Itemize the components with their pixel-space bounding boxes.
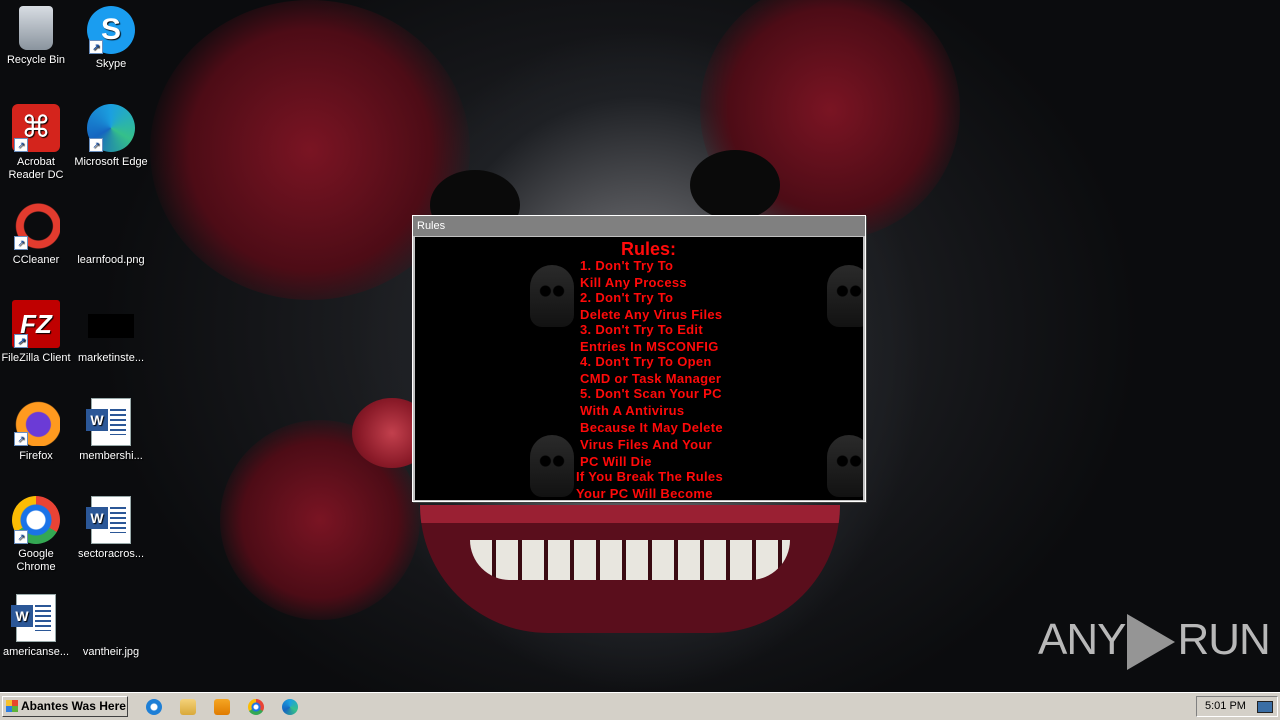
play-icon [1127,614,1176,671]
shortcut-arrow-icon: ↗ [89,138,103,152]
shortcut-arrow-icon: ↗ [89,40,103,54]
rule-line: If You Break The Rules [576,469,723,484]
shortcut-arrow-icon: ↗ [14,432,28,446]
image-file-icon [87,202,135,250]
watermark-left: ANY [1038,615,1126,664]
desktop-icon-sectoracros[interactable]: W sectoracros... [73,496,149,561]
edge-icon: ↗ [87,104,135,152]
desktop-icon-edge[interactable]: ↗ Microsoft Edge [73,104,149,169]
skull-icon [530,265,574,327]
taskbar: Abantes Was Here 5:01 PM [0,692,1280,720]
desktop-icon-label: Firefox [19,450,53,462]
rule-line: Delete Any Virus Files [580,307,723,322]
desktop-icon-label: CCleaner [12,254,60,266]
rule-line: With A Antivirus [580,403,685,418]
chrome-icon: ↗ [12,496,60,544]
windows-logo-icon [6,700,18,712]
filezilla-icon: FZ ↗ [12,300,60,348]
desktop-icon-label: Google Chrome [16,548,56,573]
rule-line: Your PC Will Become [576,486,713,500]
desktop-icon-ccleaner[interactable]: ↗ CCleaner [0,202,74,267]
rules-window-content: Rules: 1. Don't Try To Kill Any Process … [415,237,863,500]
word-document-icon: W [86,496,131,544]
desktop-icon-firefox[interactable]: ↗ Firefox [0,398,74,463]
start-button[interactable]: Abantes Was Here [2,696,128,717]
desktop-icon-label: Recycle Bin [6,54,66,66]
firefox-icon: ↗ [12,398,60,446]
acrobat-icon: ⌘ ↗ [12,104,60,152]
watermark-right: RUN [1177,615,1270,664]
desktop-icon-label: Skype [95,58,127,70]
rule-line: 2. Don't Try To [580,290,674,305]
desktop-icon-filezilla[interactable]: FZ ↗ FileZilla Client [0,300,74,365]
shortcut-arrow-icon: ↗ [14,530,28,544]
desktop-icon-learnfood[interactable]: learnfood.png [73,202,149,267]
desktop-icon-label: FileZilla Client [1,352,71,364]
rule-line: Virus Files And Your [580,437,712,452]
desktop-icon-label: Microsoft Edge [74,156,148,168]
file-explorer-icon[interactable] [180,699,196,715]
desktop-background: Recycle Bin S ↗ Skype ⌘ ↗ Acrobat Reader D… [0,0,1280,692]
rule-line: Kill Any Process [580,275,687,290]
rule-line: 3. Don't Try To Edit [580,322,703,337]
rules-heading: Rules: [621,239,677,259]
desktop-icon-label: americanse... [2,646,70,658]
desktop-icon-label: membershi... [79,450,143,462]
desktop-icon-chrome[interactable]: ↗ Google Chrome [0,496,74,574]
shortcut-arrow-icon: ↗ [14,236,28,250]
ccleaner-icon: ↗ [12,202,60,250]
rules-window-title[interactable]: Rules [413,216,865,236]
show-desktop-icon[interactable] [1257,701,1273,713]
rule-line: 5. Don't Scan Your PC [580,386,722,401]
image-file-icon [87,594,135,642]
skype-icon: S ↗ [87,6,135,54]
anyrun-watermark: ANY RUN [1038,612,1271,671]
rule-line: 4. Don't Try To Open [580,354,712,369]
desktop-icon-label: learnfood.png [77,254,145,266]
word-document-icon: W [86,398,131,446]
skull-icon [530,435,574,497]
rule-line: 1. Don't Try To [580,258,674,273]
edge-icon[interactable] [282,699,298,715]
rules-window[interactable]: Rules Rules: 1. Don't Try To Kill Any Pr… [412,215,866,502]
file-icon [88,314,134,338]
chrome-icon[interactable] [248,699,264,715]
clock[interactable]: 5:01 PM [1205,697,1246,716]
shortcut-arrow-icon: ↗ [14,334,28,348]
desktop-icon-label: marketinste... [77,352,145,364]
word-document-icon: W [11,594,56,642]
desktop-icon-membership[interactable]: W membershi... [73,398,149,463]
desktop-icon-recycle-bin[interactable]: Recycle Bin [0,6,74,67]
shortcut-arrow-icon: ↗ [14,138,28,152]
recycle-bin-icon [19,6,53,50]
system-tray: 5:01 PM [1196,696,1278,717]
skull-icon [827,435,863,497]
rule-line: Because It May Delete [580,420,723,435]
desktop-icon-acrobat[interactable]: ⌘ ↗ Acrobat Reader DC [0,104,74,182]
rule-line: Entries In MSCONFIG [580,339,719,354]
media-player-icon[interactable] [214,699,230,715]
skull-icon [827,265,863,327]
desktop-icon-americanse[interactable]: W americanse... [0,594,74,659]
rule-line: CMD or Task Manager [580,371,722,386]
rule-line: PC Will Die [580,454,652,469]
desktop-icon-skype[interactable]: S ↗ Skype [73,6,149,71]
desktop-icon-vantheir[interactable]: vantheir.jpg [73,594,149,659]
desktop-icon-label: vantheir.jpg [82,646,140,658]
desktop-icon-label: Acrobat Reader DC [8,156,64,181]
desktop-icon-marketinste[interactable]: marketinste... [73,300,149,365]
start-button-label: Abantes Was Here [21,699,126,713]
desktop-icon-label: sectoracros... [77,548,145,560]
internet-explorer-icon[interactable] [146,699,162,715]
